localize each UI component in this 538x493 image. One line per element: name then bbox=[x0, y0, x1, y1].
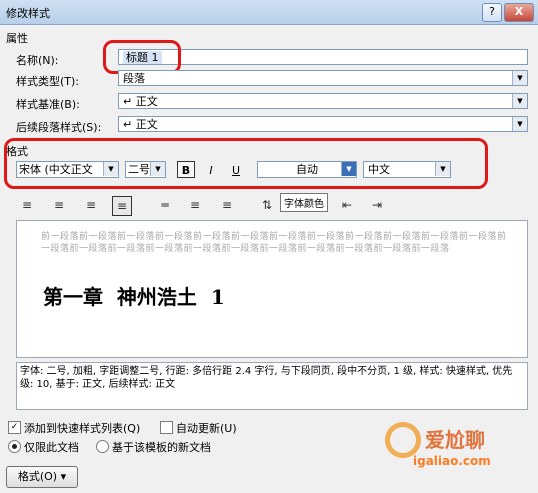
line-spacing-double-icon[interactable]: ≡ bbox=[218, 196, 236, 214]
watermark-url: igaliao.com bbox=[413, 454, 491, 468]
paragraph-spacing-icon[interactable]: ⇅ bbox=[258, 196, 276, 214]
next-style-label: 后续段落样式(S): bbox=[16, 121, 102, 134]
font-select[interactable]: 宋体 (中文正文 ▼ bbox=[16, 161, 119, 178]
decrease-indent-icon[interactable]: ⇤ bbox=[338, 196, 356, 214]
close-button[interactable]: X bbox=[504, 3, 534, 22]
watermark-circle-icon bbox=[385, 422, 421, 458]
font-size-select[interactable]: 二号 ▼ bbox=[125, 161, 166, 178]
align-center-icon[interactable]: ≡ bbox=[50, 196, 68, 214]
italic-button[interactable]: I bbox=[202, 161, 220, 178]
chevron-down-icon: ▼ bbox=[512, 94, 527, 108]
bold-button[interactable]: B bbox=[177, 161, 195, 178]
language-select[interactable]: 中文 ▼ bbox=[363, 161, 451, 178]
next-style-value: ↵ 正文 bbox=[123, 118, 158, 131]
add-quick-style-checkbox[interactable]: ✓ bbox=[8, 421, 21, 434]
chevron-down-icon: ▼ bbox=[103, 162, 118, 176]
increase-indent-icon[interactable]: ⇥ bbox=[368, 196, 386, 214]
new-documents-radio[interactable] bbox=[96, 440, 109, 453]
chevron-down-icon: ▼ bbox=[512, 117, 527, 131]
align-right-icon[interactable]: ≡ bbox=[82, 196, 100, 214]
style-based-label: 样式基准(B): bbox=[16, 98, 80, 111]
title-bar: 修改样式 ? X bbox=[0, 0, 538, 25]
watermark-logo: 爱尬聊 igaliao.com bbox=[385, 418, 535, 488]
font-color-select[interactable]: 自动 ▼ bbox=[257, 161, 357, 178]
style-based-select[interactable]: ↵ 正文 ▼ bbox=[118, 93, 528, 109]
add-quick-style-label: 添加到快速样式列表(Q) bbox=[24, 422, 141, 435]
line-spacing-1-5-icon[interactable]: ≡ bbox=[186, 196, 204, 214]
watermark-text: 爱尬聊 bbox=[425, 428, 485, 452]
next-style-select[interactable]: ↵ 正文 ▼ bbox=[118, 116, 528, 132]
style-preview: 前一段落前一段落前一段落前一段落前一段落前一段落前一段落前一段落前一段落前一段落… bbox=[16, 220, 528, 358]
font-color-value: 自动 bbox=[296, 163, 318, 176]
align-left-icon[interactable]: ≡ bbox=[18, 196, 36, 214]
font-color-tooltip: 字体颜色 bbox=[280, 193, 328, 212]
font-value: 宋体 (中文正文 bbox=[19, 163, 93, 176]
chevron-down-icon: ▼ bbox=[341, 162, 356, 176]
preview-heading: 第一章 神州浩土 1 bbox=[43, 285, 225, 309]
chevron-down-icon: ▼ bbox=[512, 71, 527, 85]
style-type-label: 样式类型(T): bbox=[16, 75, 80, 88]
chevron-down-icon: ▼ bbox=[435, 162, 450, 176]
only-this-document-label: 仅限此文档 bbox=[24, 441, 79, 454]
new-documents-label: 基于该模板的新文档 bbox=[112, 441, 211, 454]
chevron-down-icon: ▼ bbox=[150, 162, 165, 176]
properties-section-label: 属性 bbox=[6, 32, 28, 45]
style-based-value: ↵ 正文 bbox=[123, 95, 158, 108]
language-value: 中文 bbox=[368, 163, 390, 176]
radio-selected-dot bbox=[12, 444, 17, 449]
name-label: 名称(N): bbox=[16, 54, 59, 67]
font-size-value: 二号 bbox=[128, 163, 150, 176]
auto-update-checkbox[interactable] bbox=[160, 421, 173, 434]
window-title: 修改样式 bbox=[6, 7, 50, 20]
underline-button[interactable]: U bbox=[227, 161, 245, 178]
help-button[interactable]: ? bbox=[482, 3, 502, 22]
only-this-document-radio[interactable] bbox=[8, 440, 21, 453]
line-spacing-single-icon[interactable]: ═ bbox=[156, 196, 174, 214]
align-justify-icon[interactable]: ≡ bbox=[112, 196, 132, 216]
format-menu-button[interactable]: 格式(O) ▾ bbox=[6, 466, 78, 488]
auto-update-label: 自动更新(U) bbox=[176, 422, 237, 435]
style-description: 字体: 二号, 加粗, 字距调整二号, 行距: 多倍行距 2.4 字行, 与下段… bbox=[16, 362, 528, 410]
previous-paragraph-text: 前一段落前一段落前一段落前一段落前一段落前一段落前一段落前一段落前一段落前一段落… bbox=[41, 232, 507, 254]
style-type-value: 段落 bbox=[123, 72, 145, 85]
name-highlight bbox=[103, 40, 181, 74]
style-type-select[interactable]: 段落 ▼ bbox=[118, 70, 528, 86]
